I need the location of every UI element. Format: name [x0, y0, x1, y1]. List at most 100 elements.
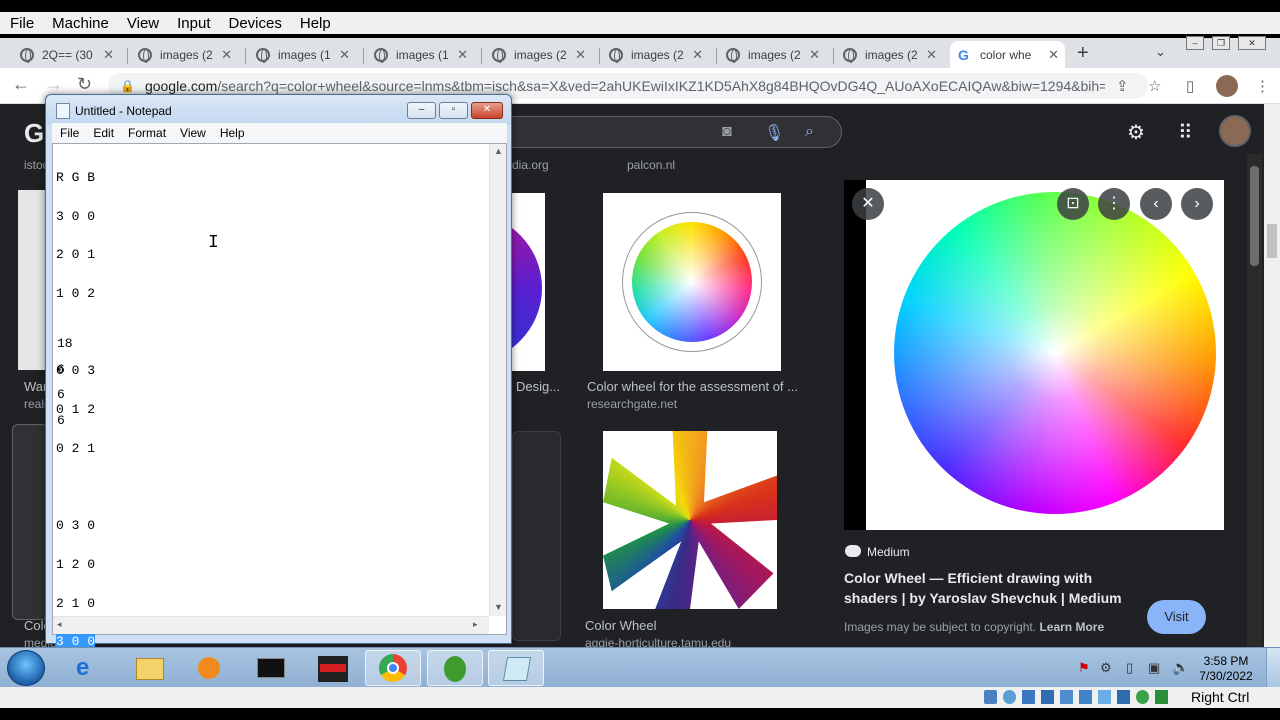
- window-scrollbar[interactable]: [1264, 104, 1280, 647]
- lock-icon[interactable]: 🔒: [120, 79, 135, 93]
- shared-folders-icon[interactable]: [1079, 690, 1092, 704]
- vm-menu-help[interactable]: Help: [300, 15, 331, 32]
- learn-more-link[interactable]: Learn More: [1039, 620, 1104, 634]
- result-title[interactable]: Desig...: [516, 379, 560, 394]
- tab-4[interactable]: images (2 ✕: [492, 41, 592, 68]
- profile-avatar[interactable]: [1216, 75, 1238, 97]
- tab-active[interactable]: Gcolor whe ✕: [950, 41, 1065, 68]
- back-icon[interactable]: ←: [12, 74, 30, 95]
- notepad-text-area[interactable]: R G B 3 0 0 2 0 1 1 0 2 0 0 3 0 1 2 0 2 …: [52, 143, 507, 650]
- cmd-icon[interactable]: [243, 650, 299, 686]
- close-icon[interactable]: ✕: [575, 47, 586, 63]
- media-player-icon[interactable]: [182, 650, 238, 686]
- tab-1[interactable]: images (2 ✕: [138, 41, 238, 68]
- vm-menu-input[interactable]: Input: [177, 15, 210, 32]
- audio-icon[interactable]: [1022, 690, 1035, 704]
- new-tab-button[interactable]: +: [1077, 42, 1089, 65]
- clock[interactable]: 3:58 PM 7/30/2022: [1186, 654, 1266, 684]
- action-center-icon[interactable]: ⚑: [1078, 660, 1090, 676]
- restore-button[interactable]: ❐: [1212, 36, 1230, 50]
- result-title[interactable]: War: [24, 379, 47, 394]
- side-panel-icon[interactable]: ▯: [1186, 77, 1194, 95]
- optical-drive-icon[interactable]: [1003, 690, 1016, 704]
- menu-file[interactable]: File: [60, 126, 79, 140]
- tab-7[interactable]: images (2 ✕: [843, 41, 943, 68]
- network-adapter-icon[interactable]: [1041, 690, 1054, 704]
- tab-5[interactable]: images (2 ✕: [609, 41, 709, 68]
- ie-icon[interactable]: e: [62, 650, 118, 686]
- turtle-app-icon[interactable]: [427, 650, 483, 686]
- usb-icon[interactable]: [1060, 690, 1073, 704]
- scroll-left-icon[interactable]: ◂: [57, 619, 62, 630]
- notepad-taskbar-icon[interactable]: [488, 650, 544, 686]
- scroll-right-icon[interactable]: ▸: [473, 619, 478, 630]
- result-card[interactable]: [512, 431, 561, 641]
- page-scrollbar[interactable]: [1247, 154, 1262, 647]
- more-icon[interactable]: ⋮: [1098, 188, 1130, 220]
- gsmarena-icon[interactable]: [304, 650, 360, 686]
- recording-icon[interactable]: [1117, 690, 1130, 704]
- menu-help[interactable]: Help: [220, 126, 245, 140]
- mic-icon[interactable]: 🎙: [764, 123, 784, 143]
- apps-icon[interactable]: ⠿: [1178, 120, 1193, 145]
- vm-menu-view[interactable]: View: [127, 15, 159, 32]
- battery-icon[interactable]: ▯: [1126, 660, 1133, 676]
- maximize-button[interactable]: ▫: [439, 102, 468, 119]
- search-box[interactable]: ◙ 🎙 ⌕: [490, 116, 842, 148]
- vm-menu-machine[interactable]: Machine: [52, 15, 109, 32]
- scroll-down-icon[interactable]: ▼: [494, 602, 503, 612]
- horizontal-scrollbar[interactable]: ◂ ▸: [53, 616, 489, 634]
- close-icon[interactable]: ✕: [926, 47, 937, 63]
- display-icon[interactable]: [1098, 690, 1111, 704]
- close-icon[interactable]: ✕: [339, 47, 350, 63]
- close-icon[interactable]: ✕: [457, 47, 468, 63]
- menu-format[interactable]: Format: [128, 126, 166, 140]
- start-button[interactable]: [7, 650, 45, 686]
- result-thumbnail[interactable]: [512, 193, 545, 371]
- tab-2[interactable]: images (1 ✕: [256, 41, 356, 68]
- vt-x-icon[interactable]: [1136, 690, 1149, 704]
- tab-0[interactable]: 2Q== (30 ✕: [20, 41, 120, 68]
- minimize-button[interactable]: –: [1186, 36, 1204, 50]
- close-window-button[interactable]: ✕: [1238, 36, 1266, 50]
- result-title[interactable]: Color Wheel: [585, 618, 657, 633]
- scroll-up-icon[interactable]: ▲: [494, 146, 503, 156]
- avatar[interactable]: [1219, 115, 1251, 147]
- camera-icon[interactable]: ◙: [722, 123, 732, 141]
- notepad-titlebar[interactable]: Untitled - Notepad – ▫ ✕: [46, 95, 511, 125]
- close-icon[interactable]: ✕: [852, 188, 884, 220]
- menu-edit[interactable]: Edit: [93, 126, 114, 140]
- close-button[interactable]: ✕: [471, 102, 503, 119]
- forward-icon[interactable]: →: [45, 74, 63, 95]
- minimize-button[interactable]: –: [407, 102, 436, 119]
- result-thumbnail[interactable]: [603, 193, 781, 371]
- vm-menu-devices[interactable]: Devices: [229, 15, 282, 32]
- close-icon[interactable]: ✕: [221, 47, 232, 63]
- scrollbar-thumb[interactable]: [1250, 166, 1259, 266]
- tab-3[interactable]: images (1 ✕: [374, 41, 474, 68]
- result-thumbnail[interactable]: [18, 190, 48, 370]
- prev-icon[interactable]: ‹: [1140, 188, 1172, 220]
- lens-icon[interactable]: ⊡: [1057, 188, 1089, 220]
- more-icon[interactable]: ⋮: [1255, 77, 1270, 95]
- result-thumbnail[interactable]: [12, 424, 48, 620]
- chrome-icon[interactable]: [365, 650, 421, 686]
- vertical-scrollbar[interactable]: ▲ ▼: [489, 144, 506, 616]
- result-title[interactable]: Color wheel for the assessment of ...: [587, 379, 798, 394]
- share-icon[interactable]: ⇪: [1116, 77, 1129, 95]
- google-logo[interactable]: G: [24, 118, 44, 149]
- reload-icon[interactable]: ↻: [77, 74, 92, 95]
- next-icon[interactable]: ›: [1181, 188, 1213, 220]
- scrollbar-thumb[interactable]: [1267, 224, 1277, 258]
- explorer-icon[interactable]: [122, 650, 178, 686]
- close-icon[interactable]: ✕: [1048, 47, 1059, 63]
- vm-menu-file[interactable]: File: [10, 15, 34, 32]
- tab-6[interactable]: images (2 ✕: [726, 41, 826, 68]
- close-icon[interactable]: ✕: [809, 47, 820, 63]
- hdd-icon[interactable]: [984, 690, 997, 704]
- preview-title[interactable]: Color Wheel — Efficient drawing with sha…: [844, 568, 1134, 608]
- tab-search-chevron-icon[interactable]: ⌄: [1155, 44, 1166, 60]
- mouse-integration-icon[interactable]: [1155, 690, 1168, 704]
- show-desktop-button[interactable]: [1266, 648, 1280, 688]
- search-icon[interactable]: ⌕: [805, 123, 814, 141]
